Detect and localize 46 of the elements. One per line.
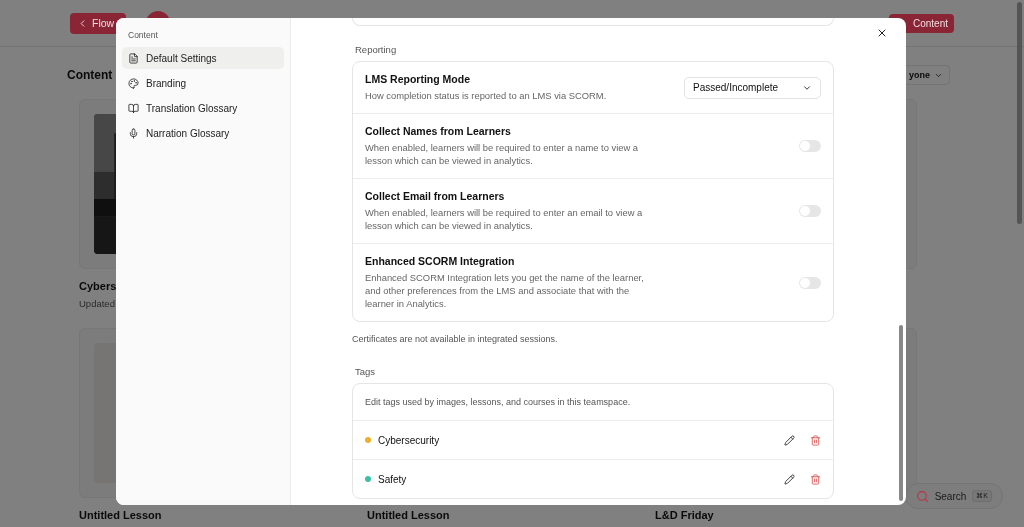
section-heading: Reporting	[355, 44, 398, 55]
tag-name: Cybersecurity	[378, 434, 441, 446]
delete-button[interactable]	[810, 473, 821, 485]
delete-button[interactable]	[810, 434, 821, 446]
search-label: Search	[934, 490, 967, 502]
card-title: Untitled Lesson	[79, 509, 163, 523]
setting-description: Enhanced SCORM Integration lets you get the name of the learner, and other preferences from the LMS and associate that with the learner in Analytics.	[365, 271, 645, 310]
sidebar-item[interactable]: Default Settings	[122, 47, 284, 69]
setting-title: LMS Reporting Mode	[365, 73, 471, 85]
tag-name: Safety	[378, 473, 408, 485]
microphone-icon	[128, 127, 139, 139]
book-icon	[128, 102, 139, 114]
setting-description: When enabled, learners will be required to enter a name to view a lesson which can be viewed in analytics.	[365, 141, 640, 167]
scrollbar[interactable]	[1017, 2, 1022, 224]
scrollbar[interactable]	[899, 325, 903, 501]
tags-description: Edit tags used by images, lessons, and courses in this teamspace.	[364, 396, 632, 409]
info-note: Certificates are not available in integrated sessions.	[352, 334, 559, 344]
sidebar-item-label: Narration Glossary	[146, 127, 230, 139]
sidebar-item[interactable]: Translation Glossary	[122, 97, 284, 119]
card-subtitle: Updated	[79, 298, 116, 310]
sidebar-item-label: Branding	[146, 77, 187, 89]
close-button[interactable]	[876, 27, 888, 39]
edit-button[interactable]	[784, 434, 795, 446]
setting-title: Enhanced SCORM Integration	[365, 255, 516, 267]
sidebar-item[interactable]: Narration Glossary	[122, 122, 284, 144]
setting-description: When enabled, learners will be required to enter an email to view a lesson which can be viewed in analytics.	[365, 206, 644, 232]
toggle-switch[interactable]	[799, 205, 821, 217]
sidebar-item-label: Translation Glossary	[146, 102, 238, 114]
card-title: Untitled Lesson	[367, 509, 451, 523]
card-title: Cybers	[79, 280, 118, 294]
search-icon	[915, 489, 929, 503]
sidebar-item-label: Default Settings	[146, 52, 217, 64]
toggle-switch[interactable]	[799, 140, 821, 152]
setting-description: How completion status is reported to an LMS via SCORM.	[365, 89, 608, 102]
toggle-switch[interactable]	[799, 276, 821, 289]
edit-button[interactable]	[784, 473, 795, 485]
mode-select[interactable]: Passed/Incomplete	[684, 76, 821, 99]
section-heading: Tags	[355, 366, 377, 377]
setting-title: Collect Names from Learners	[365, 125, 512, 137]
card-title: L&D Friday	[655, 509, 715, 523]
document-icon	[128, 52, 139, 64]
sidebar-heading: Content	[127, 29, 159, 42]
sidebar-item[interactable]: Branding	[122, 72, 284, 94]
setting-title: Collect Email from Learners	[365, 190, 506, 202]
palette-icon	[128, 77, 139, 89]
page-title: Content	[67, 68, 113, 82]
